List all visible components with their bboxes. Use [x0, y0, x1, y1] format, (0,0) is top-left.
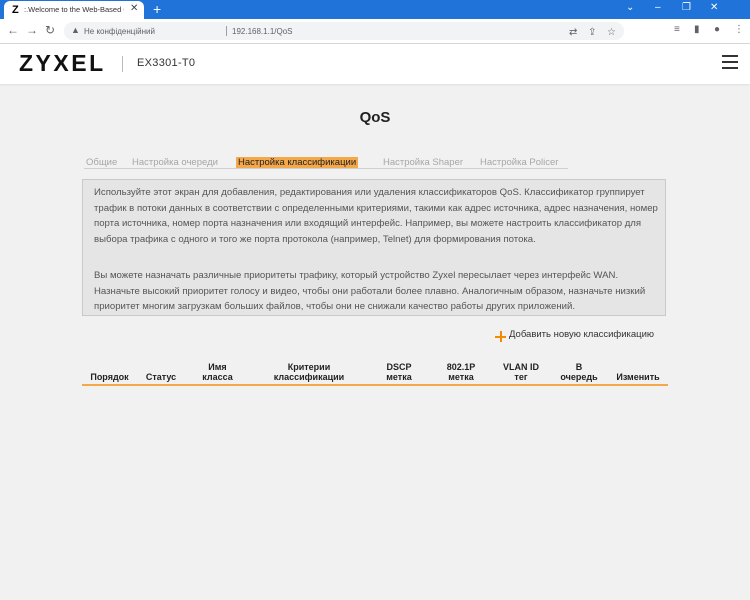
back-icon[interactable]: ← [7, 23, 19, 37]
description-paragraph-2: Вы можете назначать различные приоритеты… [94, 270, 646, 312]
tab-classification-setup[interactable]: Настройка классификации [236, 157, 359, 168]
tab-search-icon[interactable]: ⌄ [626, 2, 634, 13]
browser-toolbar: ← → ↻ ▲ Не конфіденційний 192.168.1.1/Qo… [0, 19, 750, 44]
header-divider [122, 56, 123, 72]
tab-shaper-setup[interactable]: Настройка Shaper [381, 157, 465, 168]
bookmark-star-icon[interactable]: ☆ [607, 27, 616, 38]
tab-queue-setup[interactable]: Настройка очереди [130, 157, 220, 168]
address-separator [226, 26, 227, 36]
url-text[interactable]: 192.168.1.1/QoS [232, 27, 293, 36]
browser-tab-strip: Z :.Welcome to the Web-Based Co ✕ + ⌄ – … [0, 0, 750, 19]
column-header-vlan-id: VLAN ID тег [503, 362, 539, 382]
security-status[interactable]: Не конфіденційний [84, 27, 155, 36]
profile-icon[interactable]: ● [714, 24, 720, 35]
reading-list-icon[interactable]: ≡ [674, 24, 680, 35]
description-paragraph-1: Используйте этот экран для добавления, р… [94, 187, 658, 245]
column-header-modify: Изменить [616, 372, 660, 382]
restore-icon[interactable]: ❐ [682, 2, 691, 13]
side-panel-icon[interactable]: ▮ [694, 24, 700, 35]
column-header-queue: В очередь [560, 362, 598, 382]
column-header-dscp: DSCP метка [386, 362, 412, 382]
translate-icon[interactable]: ⇄ [569, 27, 577, 38]
description-box: Используйте этот экран для добавления, р… [82, 179, 666, 316]
forward-icon[interactable]: → [26, 23, 38, 37]
zyxel-favicon-icon: Z [12, 4, 19, 16]
column-header-8021p: 802.1P метка [446, 362, 476, 382]
tabs-underline [84, 168, 568, 169]
share-icon[interactable]: ⇪ [588, 27, 596, 38]
zyxel-logo[interactable]: ZYXEL [19, 50, 106, 77]
model-name: EX3301-T0 [137, 57, 196, 69]
tab-title: :.Welcome to the Web-Based Co [24, 5, 124, 14]
page-title: QoS [359, 109, 391, 126]
new-tab-button[interactable]: + [153, 1, 161, 17]
app-header: ZYXEL EX3301-T0 [0, 44, 750, 84]
classification-table-header: Порядок Статус Имя класса Критерии класс… [82, 355, 668, 386]
column-header-criteria: Критерии классификации [273, 362, 345, 382]
tab-close-icon[interactable]: ✕ [130, 3, 138, 14]
browser-menu-icon[interactable]: ⋮ [734, 24, 744, 35]
warning-icon[interactable]: ▲ [71, 25, 80, 35]
plus-icon [495, 331, 506, 342]
minimize-icon[interactable]: – [655, 2, 661, 13]
tab-policer-setup[interactable]: Настройка Policer [478, 157, 560, 168]
hamburger-menu-icon[interactable] [722, 55, 738, 69]
column-header-order: Порядок [90, 372, 129, 382]
column-header-status: Статус [145, 372, 177, 382]
close-window-icon[interactable]: ✕ [710, 2, 718, 13]
column-header-class-name: Имя класса [202, 362, 233, 382]
add-classification-label: Добавить новую классификацию [509, 329, 655, 340]
address-bar[interactable]: ▲ Не конфіденційний 192.168.1.1/QoS ⇄ ⇪ … [64, 22, 624, 40]
tab-general[interactable]: Общие [84, 157, 119, 168]
browser-tab[interactable]: Z :.Welcome to the Web-Based Co ✕ [4, 1, 144, 19]
reload-icon[interactable]: ↻ [45, 23, 55, 37]
